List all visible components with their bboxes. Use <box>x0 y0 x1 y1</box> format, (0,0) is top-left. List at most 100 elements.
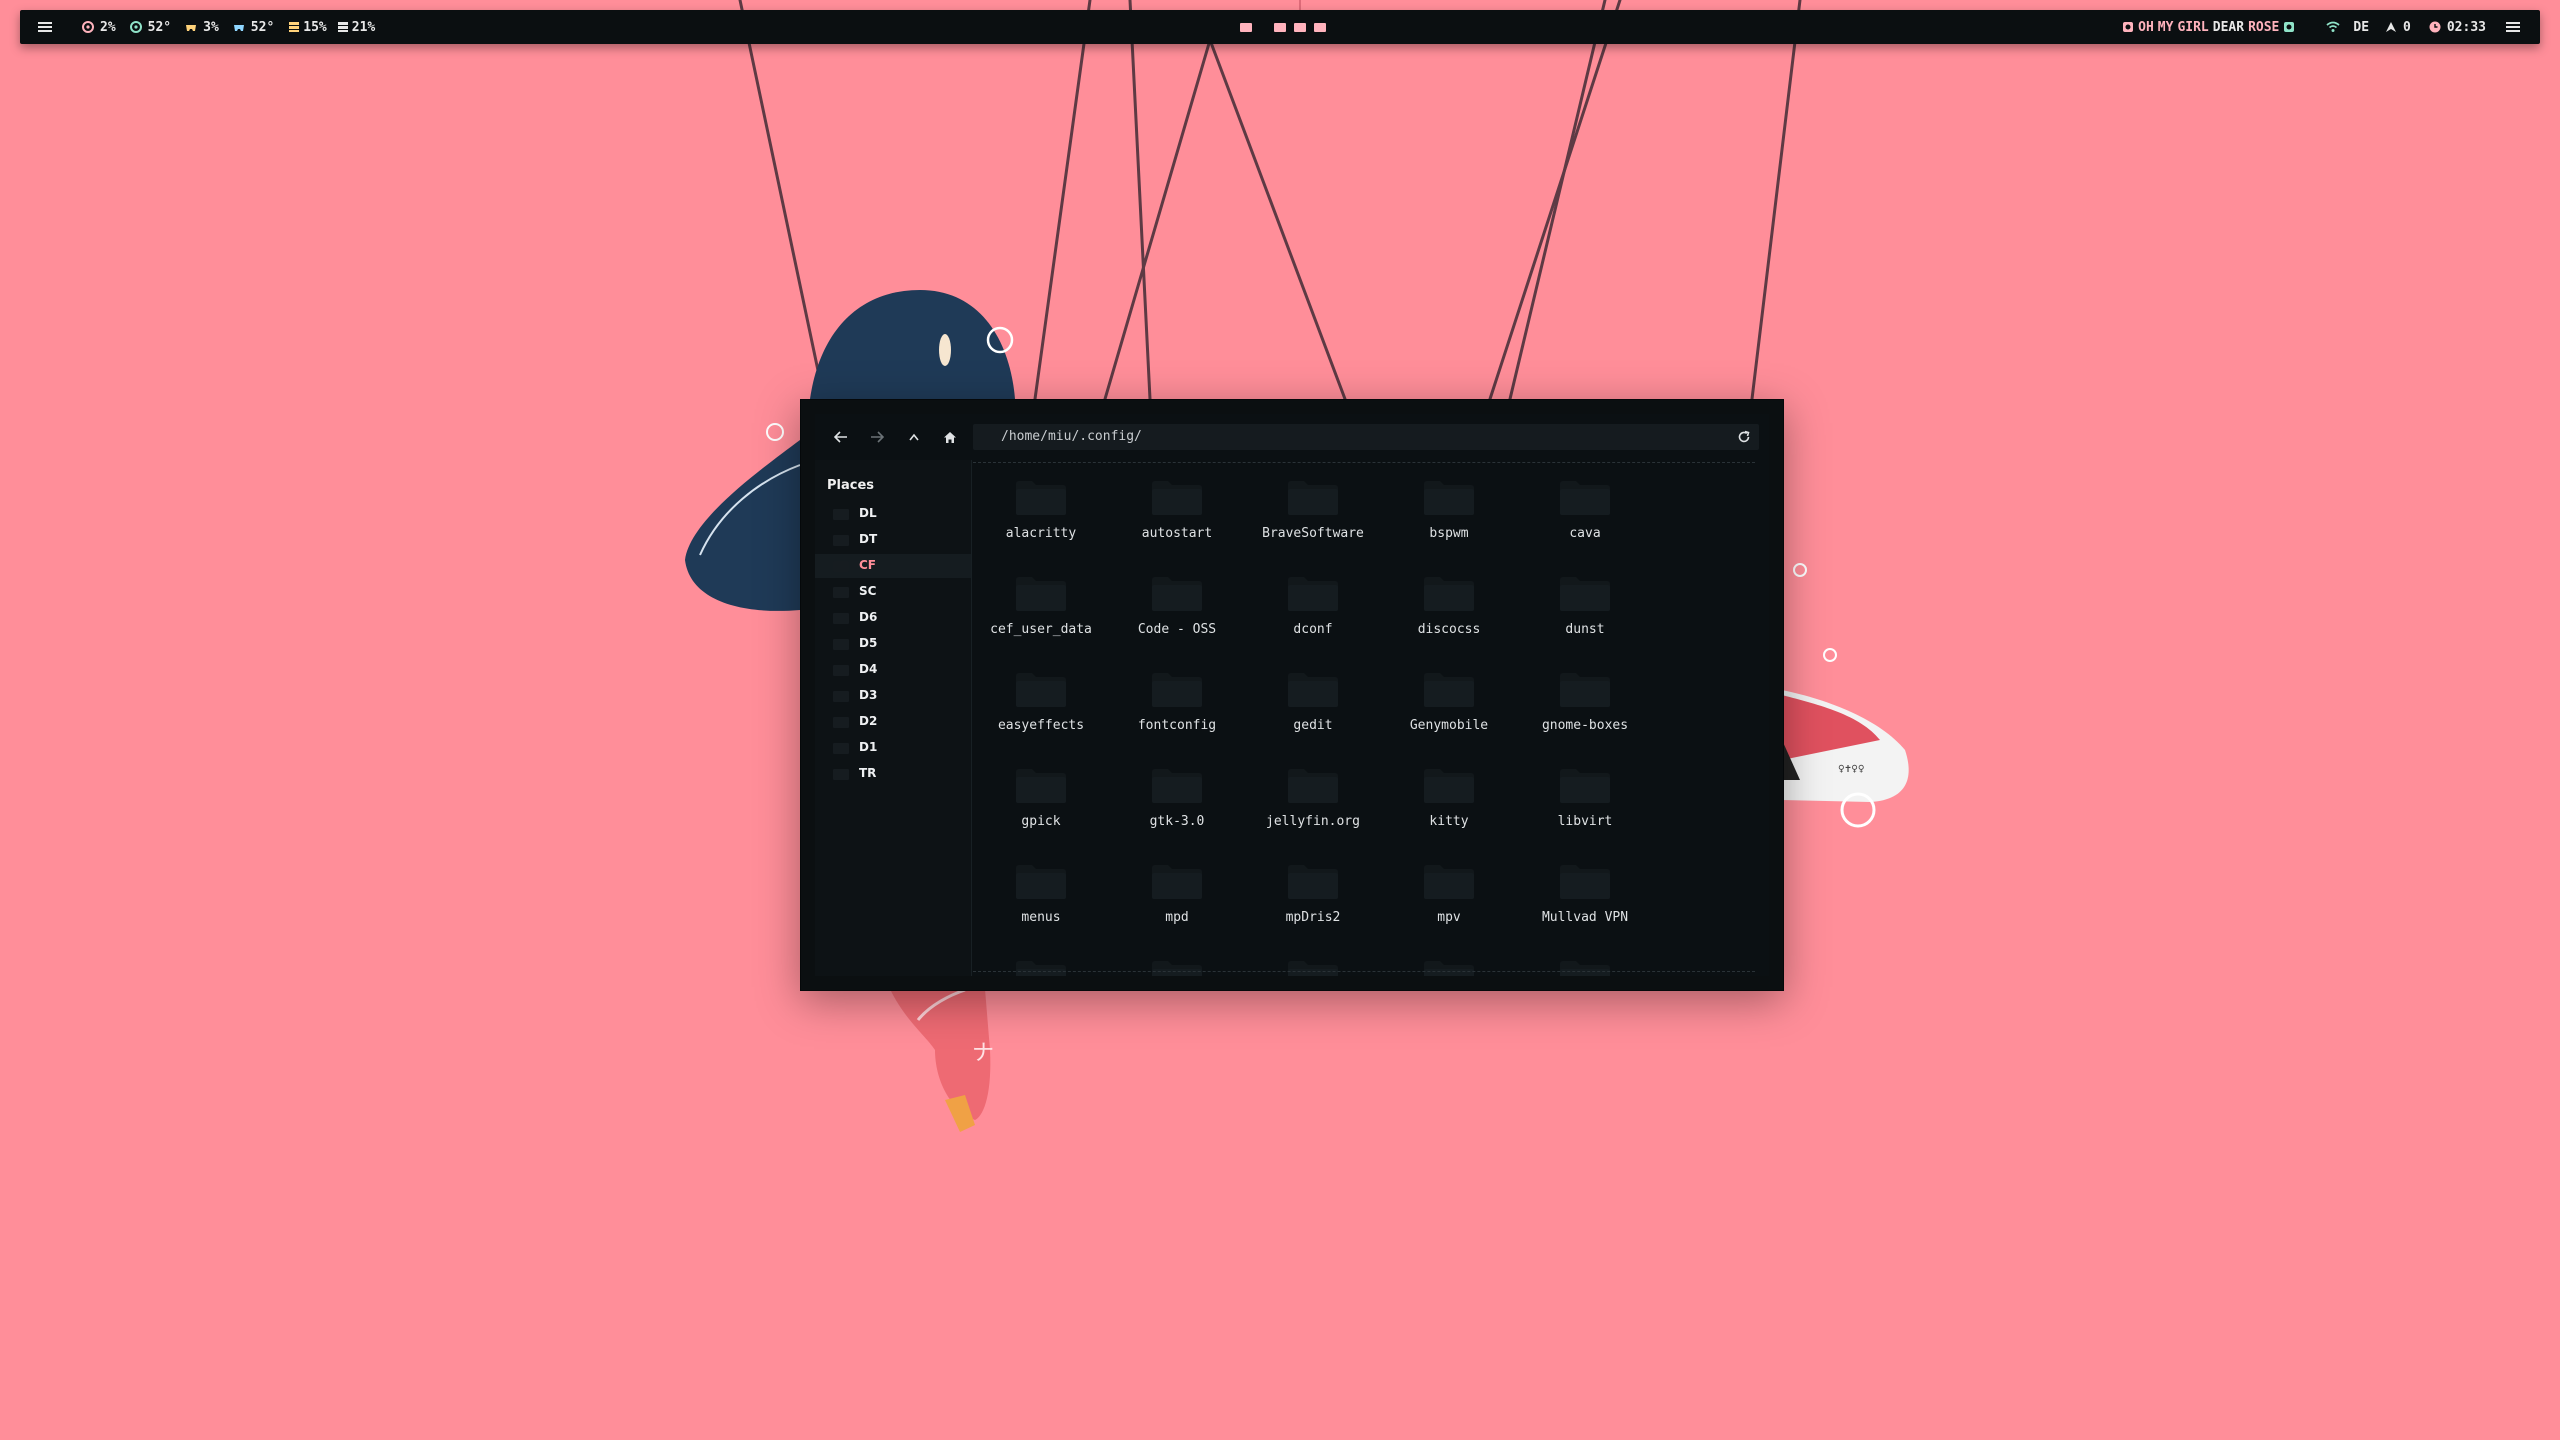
folder-icon <box>1287 670 1339 708</box>
folder-icon <box>1423 958 1475 976</box>
menu-icon[interactable] <box>38 22 52 32</box>
folder-item[interactable]: bspwm <box>1381 464 1517 554</box>
folder-item[interactable]: jellyfin.org <box>1245 752 1381 842</box>
clock: 02:33 <box>2429 20 2486 35</box>
folder-item[interactable]: kitty <box>1381 752 1517 842</box>
sidebar-item-d5[interactable]: D5 <box>815 632 971 656</box>
sidebar-item-label: DL <box>859 506 877 520</box>
music-end-icon <box>2284 22 2295 32</box>
updates[interactable]: 0 <box>2385 20 2411 35</box>
folder-item[interactable]: cef_user_data <box>973 560 1109 650</box>
folder-label: mpv <box>1437 910 1461 925</box>
sidebar-item-label: CF <box>859 558 877 572</box>
refresh-icon[interactable] <box>1737 430 1751 444</box>
folder-icon <box>1559 958 1611 976</box>
folder-item[interactable]: gnome-boxes <box>1517 656 1653 746</box>
file-grid: alacritty autostart BraveSoftware bspwm cava… <box>973 460 1769 976</box>
sidebar-item-cf[interactable]: CF <box>815 554 971 578</box>
folder-item[interactable]: libvirt <box>1517 752 1653 842</box>
folder-item[interactable]: menus <box>973 848 1109 938</box>
updates-count: 0 <box>2403 19 2411 35</box>
svg-text:♀✝♀♀: ♀✝♀♀ <box>1838 762 1865 775</box>
keyboard-layout[interactable]: DE <box>2353 20 2369 35</box>
folder-icon <box>833 717 849 728</box>
folder-item[interactable]: alacritty <box>973 464 1109 554</box>
folder-icon <box>1559 670 1611 708</box>
workspace-1[interactable] <box>1240 22 1252 32</box>
arrow-left-icon <box>834 431 847 443</box>
folder-label: fontconfig <box>1137 718 1217 733</box>
sidebar-item-tr[interactable]: TR <box>815 762 971 786</box>
forward-button[interactable] <box>866 426 888 448</box>
folder-icon <box>833 535 849 546</box>
back-button[interactable] <box>830 426 852 448</box>
folder-label: Code - OSS <box>1137 622 1217 637</box>
now-playing[interactable]: OH MY GIRL DEAR ROSE <box>2122 20 2295 35</box>
folder-icon <box>1151 766 1203 804</box>
sidebar-item-d6[interactable]: D6 <box>815 606 971 630</box>
folder-item[interactable]: mpd <box>1109 848 1245 938</box>
folder-label: kitty <box>1429 814 1469 829</box>
grid-top-border <box>973 462 1755 463</box>
sidebar-item-d4[interactable]: D4 <box>815 658 971 682</box>
sidebar-divider <box>971 460 972 976</box>
folder-icon <box>833 613 849 624</box>
bar-left: 2% 52° 3% 52° 15% 21% <box>38 10 389 44</box>
folder-item[interactable]: dconf <box>1245 560 1381 650</box>
power-menu-icon[interactable] <box>2506 22 2520 32</box>
folder-label: bspwm <box>1429 526 1469 541</box>
folder-item[interactable]: Mullvad VPN <box>1517 848 1653 938</box>
disk-usage: 21% <box>337 20 375 35</box>
wifi-icon[interactable] <box>2325 21 2341 33</box>
folder-label: mpDris2 <box>1285 910 1341 925</box>
folder-icon <box>1423 670 1475 708</box>
folder-label: mpd <box>1165 910 1189 925</box>
folder-item[interactable]: Code - OSS <box>1109 560 1245 650</box>
clock-icon <box>2429 21 2441 33</box>
workspace-2[interactable] <box>1274 22 1286 32</box>
folder-item[interactable]: discocss <box>1381 560 1517 650</box>
folder-icon <box>1287 862 1339 900</box>
sidebar-item-d3[interactable]: D3 <box>815 684 971 708</box>
folder-icon <box>833 561 849 572</box>
sidebar-item-dt[interactable]: DT <box>815 528 971 552</box>
sidebar-item-label: D3 <box>859 688 878 702</box>
folder-item[interactable]: BraveSoftware <box>1245 464 1381 554</box>
folder-item[interactable]: autostart <box>1109 464 1245 554</box>
folder-item[interactable]: easyeffects <box>973 656 1109 746</box>
sidebar-item-sc[interactable]: SC <box>815 580 971 604</box>
folder-item[interactable]: gtk-3.0 <box>1109 752 1245 842</box>
gpu-icon <box>186 25 197 31</box>
folder-item[interactable]: dunst <box>1517 560 1653 650</box>
sidebar-item-d1[interactable]: D1 <box>815 736 971 760</box>
folder-item[interactable]: Genymobile <box>1381 656 1517 746</box>
folder-item[interactable]: gpick <box>973 752 1109 842</box>
folder-label: Genymobile <box>1409 718 1489 733</box>
sidebar-item-dl[interactable]: DL <box>815 502 971 526</box>
file-manager-window: /home/miu/.config/ Places DL DT CF SC D6 D5 D4… <box>800 399 1784 991</box>
folder-icon <box>1151 670 1203 708</box>
up-button[interactable] <box>903 426 925 448</box>
folder-icon <box>1423 478 1475 516</box>
folder-item[interactable]: mpv <box>1381 848 1517 938</box>
folder-icon <box>1015 574 1067 612</box>
music-icon <box>2123 22 2134 32</box>
home-button[interactable] <box>939 426 961 448</box>
workspace-4[interactable] <box>1314 22 1326 32</box>
folder-label: dunst <box>1565 622 1605 637</box>
sidebar-item-label: D5 <box>859 636 878 650</box>
workspaces <box>1240 10 1326 44</box>
clock-time: 02:33 <box>2446 19 2486 35</box>
folder-item[interactable]: cava <box>1517 464 1653 554</box>
sidebar-item-d2[interactable]: D2 <box>815 710 971 734</box>
path-bar[interactable]: /home/miu/.config/ <box>973 424 1759 450</box>
folder-item[interactable]: fontconfig <box>1109 656 1245 746</box>
cpu-temp-icon <box>129 21 142 33</box>
cpu-temp-value: 52° <box>147 19 172 35</box>
folder-item[interactable]: mpDris2 <box>1245 848 1381 938</box>
sidebar-item-label: TR <box>859 766 877 780</box>
folder-item[interactable]: gedit <box>1245 656 1381 746</box>
sidebar-item-label: D1 <box>859 740 878 754</box>
workspace-3[interactable] <box>1294 22 1306 32</box>
folder-icon <box>1559 862 1611 900</box>
